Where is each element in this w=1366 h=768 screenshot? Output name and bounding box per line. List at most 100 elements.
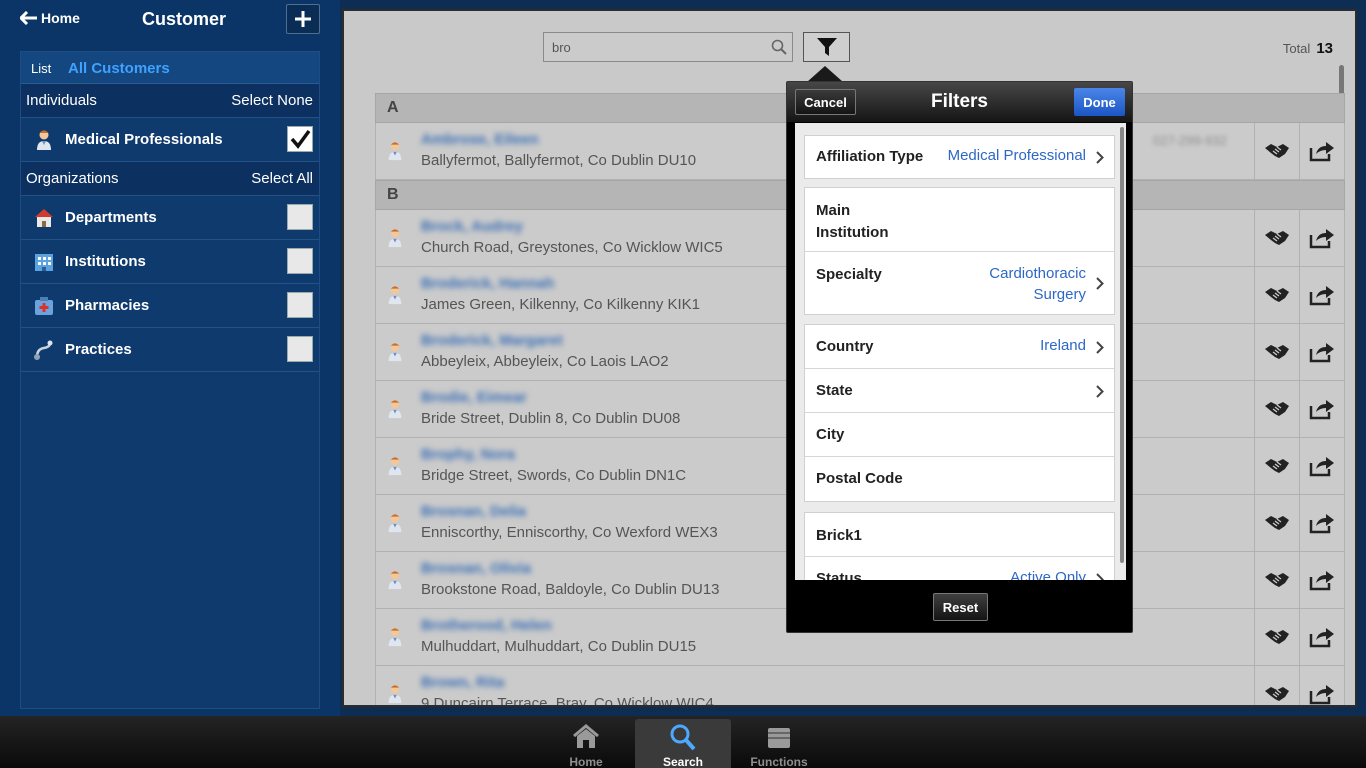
customer-type-list: List All Customers Individuals Select No… <box>20 51 320 709</box>
sidebar-item-medical-professionals[interactable]: Medical Professionals <box>21 118 319 162</box>
share-button[interactable] <box>1299 381 1344 437</box>
misc-group: Brick1 Status Active Only <box>804 512 1115 580</box>
handshake-icon <box>1265 459 1289 473</box>
customer-address: Bridge Street, Swords, Co Dublin DN1C <box>421 467 687 484</box>
share-button[interactable] <box>1299 210 1344 266</box>
filter-status[interactable]: Status Active Only <box>805 557 1114 580</box>
share-button[interactable] <box>1299 123 1344 179</box>
affiliation-button[interactable] <box>1254 552 1299 608</box>
filter-brick1[interactable]: Brick1 <box>805 513 1114 557</box>
share-icon <box>1309 457 1334 477</box>
list-header[interactable]: List All Customers <box>21 52 319 84</box>
total-label: Total <box>1282 41 1311 56</box>
affiliation-button[interactable] <box>1254 666 1299 705</box>
institutions-checkbox[interactable] <box>287 248 313 274</box>
filters-scrollbar[interactable] <box>1120 127 1124 563</box>
affiliation-button[interactable] <box>1254 267 1299 323</box>
filter-country[interactable]: Country Ireland <box>805 325 1114 369</box>
filter-button[interactable] <box>803 32 850 62</box>
customer-name[interactable]: Brock, Audrey <box>421 218 523 235</box>
sidebar-item-departments[interactable]: Departments <box>21 196 319 240</box>
share-button[interactable] <box>1299 666 1344 705</box>
share-icon <box>1309 343 1334 363</box>
customer-name[interactable]: Brophy, Nora <box>421 446 515 463</box>
organizations-label: Organizations <box>26 170 119 187</box>
tab-functions[interactable]: Functions <box>731 719 827 768</box>
share-icon <box>1309 685 1334 705</box>
search-icon[interactable] <box>771 39 787 55</box>
tab-home[interactable]: Home <box>538 719 634 768</box>
customer-address: Mulhuddart, Mulhuddart, Co Dublin DU15 <box>421 638 697 655</box>
practices-checkbox[interactable] <box>287 336 313 362</box>
list-name[interactable]: All Customers <box>68 60 170 77</box>
filter-main-institution[interactable]: Main Institution <box>805 188 1114 252</box>
doctor-icon <box>388 142 402 161</box>
doctor-icon <box>388 628 402 647</box>
pharmacies-checkbox[interactable] <box>287 292 313 318</box>
done-button[interactable]: Done <box>1074 88 1125 116</box>
list-label: List <box>31 61 52 76</box>
customer-address: James Green, Kilkenny, Co Kilkenny KIK1 <box>421 296 701 313</box>
customer-name[interactable]: Brotherood, Helen <box>421 617 552 634</box>
customer-address: Bride Street, Dublin 8, Co Dublin DU08 <box>421 410 681 427</box>
toolbox-icon <box>768 728 790 748</box>
search-box[interactable] <box>543 32 793 62</box>
bottom-tab-bar: Home Search Functions <box>0 716 1366 768</box>
filter-value: Ireland <box>1040 337 1086 354</box>
select-all-button[interactable]: Select All <box>251 170 313 187</box>
share-icon <box>1309 571 1334 591</box>
filter-specialty[interactable]: Specialty Cardiothoracic Surgery <box>805 252 1114 314</box>
add-customer-button[interactable] <box>286 4 320 34</box>
filter-state[interactable]: State <box>805 369 1114 413</box>
handshake-icon <box>1265 573 1289 587</box>
share-button[interactable] <box>1299 438 1344 494</box>
search-input[interactable] <box>544 33 754 61</box>
total-value: 13 <box>1316 40 1333 57</box>
affiliation-button[interactable] <box>1254 495 1299 551</box>
share-button[interactable] <box>1299 324 1344 380</box>
share-button[interactable] <box>1299 609 1344 665</box>
customer-name[interactable]: Brown, Rita <box>421 674 504 691</box>
customer-name[interactable]: Brodie, Eimear <box>421 389 527 406</box>
location-group: Country Ireland State City Postal Code <box>804 324 1115 502</box>
filter-value: Active Only <box>1010 569 1086 580</box>
filter-affiliation-type[interactable]: Affiliation Type Medical Professional <box>805 136 1114 178</box>
affiliation-button[interactable] <box>1254 381 1299 437</box>
affiliation-button[interactable] <box>1254 438 1299 494</box>
filter-city[interactable]: City <box>805 413 1114 457</box>
customer-address: Church Road, Greystones, Co Wicklow WIC5 <box>421 239 723 256</box>
table-row[interactable]: Brown, Rita 9 Duncairn Terrace, Bray, Co … <box>375 666 1345 705</box>
sidebar-item-institutions[interactable]: Institutions <box>21 240 319 284</box>
customer-name[interactable]: Brosnan, Delia <box>421 503 526 520</box>
tab-label: Home <box>569 755 603 768</box>
departments-checkbox[interactable] <box>287 204 313 230</box>
reset-button[interactable]: Reset <box>933 593 988 621</box>
sidebar-item-pharmacies[interactable]: Pharmacies <box>21 284 319 328</box>
share-button[interactable] <box>1299 495 1344 551</box>
institution-group: Main Institution Specialty Cardiothoraci… <box>804 187 1115 315</box>
affiliation-button[interactable] <box>1254 210 1299 266</box>
affiliation-button[interactable] <box>1254 324 1299 380</box>
customer-name[interactable]: Broderick, Hannah <box>421 275 554 292</box>
filter-label: Country <box>816 338 874 355</box>
affiliation-button[interactable] <box>1254 123 1299 179</box>
affiliation-button[interactable] <box>1254 609 1299 665</box>
filter-postal-code[interactable]: Postal Code <box>805 457 1114 501</box>
share-button[interactable] <box>1299 552 1344 608</box>
sidebar-item-practices[interactable]: Practices <box>21 328 319 372</box>
tab-search[interactable]: Search <box>635 719 731 768</box>
plus-icon <box>295 11 311 27</box>
select-none-button[interactable]: Select None <box>231 92 313 109</box>
department-icon <box>35 209 53 227</box>
customer-name[interactable]: Brosnan, Olivia <box>421 560 531 577</box>
share-icon <box>1309 400 1334 420</box>
share-icon <box>1309 229 1334 249</box>
share-button[interactable] <box>1299 267 1344 323</box>
customer-name[interactable]: Broderick, Margaret <box>421 332 563 349</box>
organizations-group: Organizations Select All <box>21 162 319 196</box>
customer-name[interactable]: Ambrose, Eileen <box>421 131 539 148</box>
medical-professionals-checkbox[interactable] <box>287 126 313 152</box>
institution-icon <box>35 254 53 271</box>
house-icon <box>573 724 599 748</box>
tab-label: Search <box>662 755 704 768</box>
